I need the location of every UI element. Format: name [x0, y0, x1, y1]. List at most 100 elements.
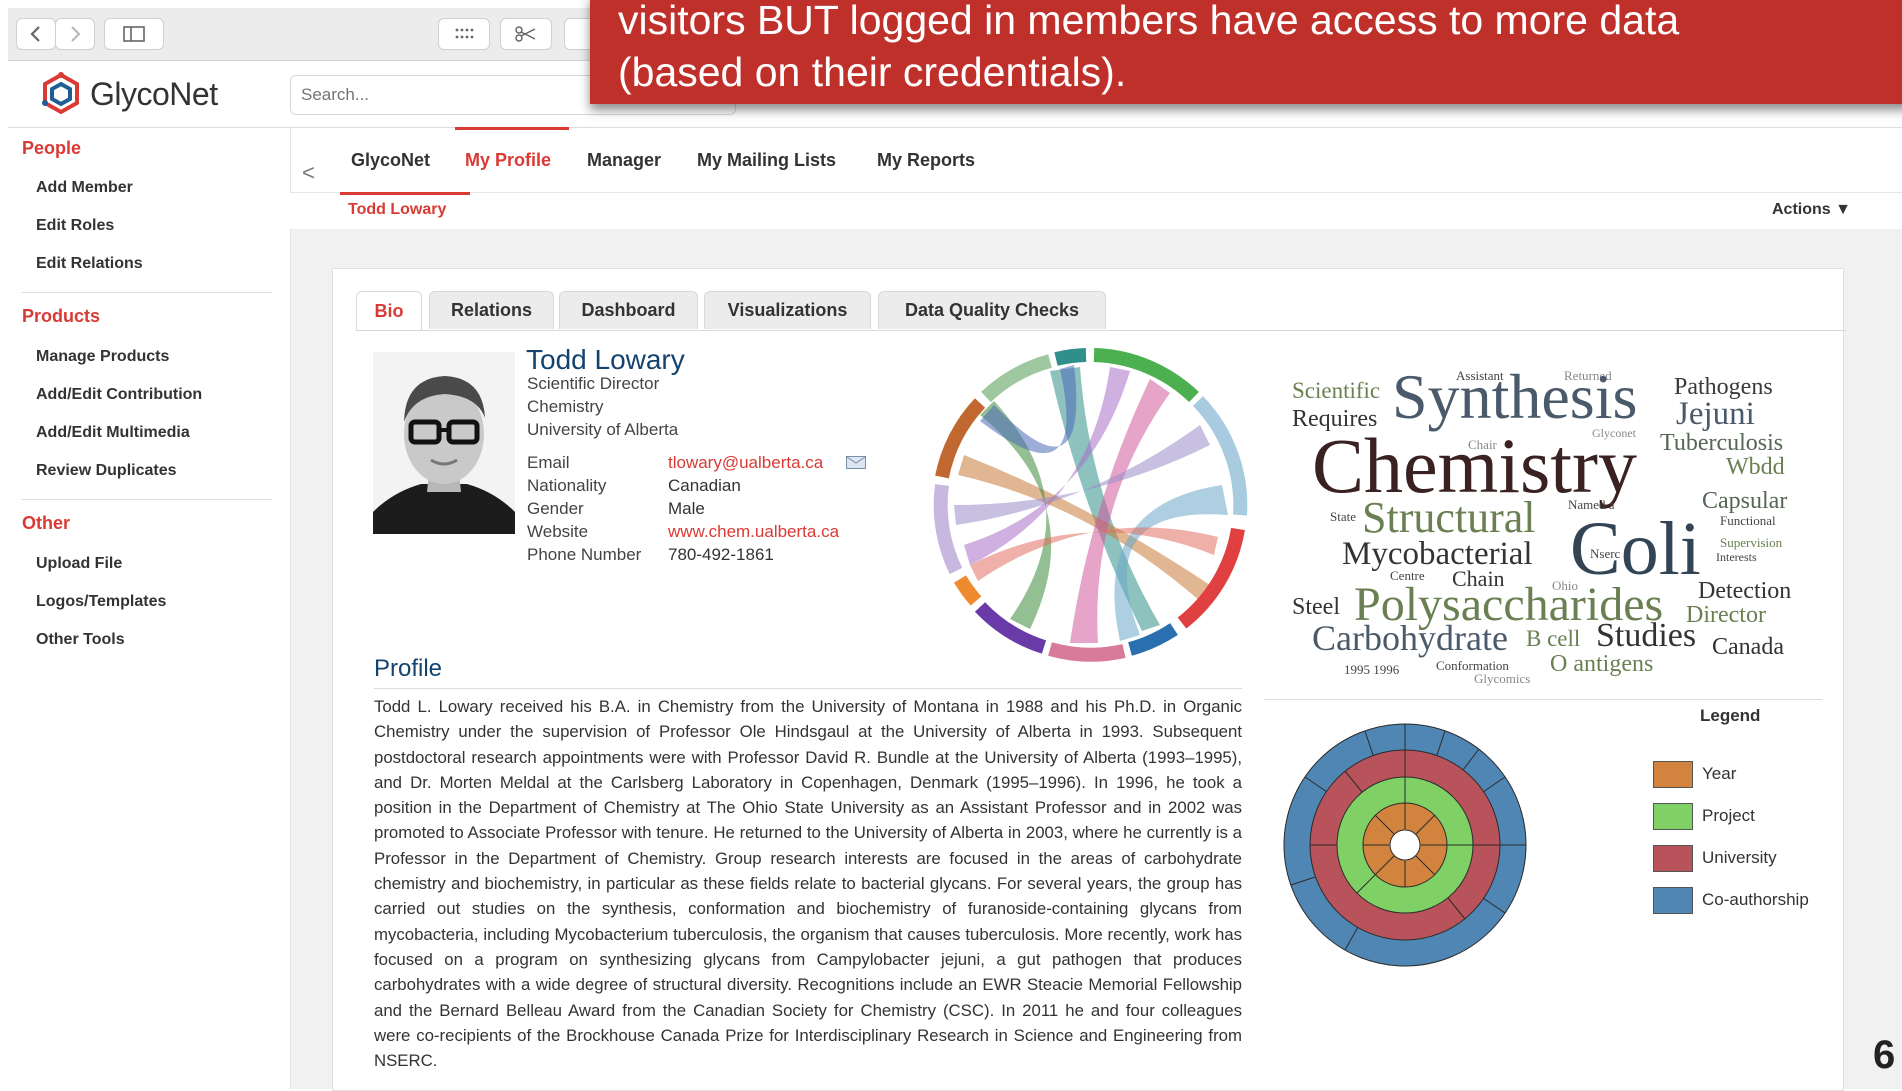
profile-text: Todd L. Lowary received his B.A. in Chem…	[374, 697, 1242, 1071]
sidebar-heading-people: People	[22, 138, 82, 158]
sunburst-chart[interactable]	[1280, 720, 1530, 970]
section-divider	[1264, 699, 1822, 700]
scissors-icon	[515, 26, 536, 42]
word-interests[interactable]: Interests	[1716, 550, 1757, 564]
sidebar-item-review-duplicates[interactable]: Review Duplicates	[36, 462, 177, 480]
word-structural[interactable]: Structural	[1362, 493, 1536, 542]
email-link[interactable]: tlowary@ualberta.ca	[668, 453, 823, 473]
word-studies[interactable]: Studies	[1596, 617, 1696, 654]
word-detection[interactable]: Detection	[1698, 578, 1791, 604]
person-name: Todd Lowary	[526, 344, 685, 375]
breadcrumb-bar	[290, 192, 1902, 230]
word-wbdd[interactable]: Wbdd	[1726, 454, 1785, 480]
tab-visualizations[interactable]: Visualizations	[704, 291, 871, 329]
legend-label-university: University	[1702, 848, 1777, 867]
tab-relations[interactable]: Relations	[429, 291, 554, 329]
sidebar-item-edit-roles[interactable]: Edit Roles	[36, 217, 114, 235]
sidebar-item-other-tools[interactable]: Other Tools	[36, 631, 125, 649]
sidebar-item-manage-products[interactable]: Manage Products	[36, 348, 169, 366]
breadcrumb[interactable]: Todd Lowary	[348, 201, 446, 219]
annotation-banner: visitors BUT logged in members have acce…	[590, 0, 1902, 104]
nationality-label: Nationality	[527, 476, 607, 495]
word-nserc[interactable]: Nserc	[1590, 546, 1621, 561]
sidebar-item-add-member[interactable]: Add Member	[36, 179, 133, 197]
sidebar-item-add-edit-multimedia[interactable]: Add/Edit Multimedia	[36, 424, 190, 442]
sidebar-divider	[22, 292, 272, 293]
word-director[interactable]: Director	[1686, 602, 1766, 628]
person-department: Chemistry	[527, 397, 604, 416]
legend-swatch-project	[1653, 803, 1693, 830]
sidebar-heading-products: Products	[22, 306, 101, 326]
sidebar-item-add-edit-contribution[interactable]: Add/Edit Contribution	[36, 386, 202, 404]
gender-value: Male	[668, 499, 705, 518]
word-o-antigens[interactable]: O antigens	[1550, 651, 1653, 677]
envelope-icon[interactable]	[846, 456, 866, 469]
word-steel[interactable]: Steel	[1292, 594, 1340, 620]
word-canada[interactable]: Canada	[1712, 634, 1784, 660]
legend-label-project: Project	[1702, 806, 1755, 825]
legend-swatch-year	[1653, 761, 1693, 788]
tab-my-profile[interactable]: My Profile	[465, 150, 551, 171]
actions-dropdown[interactable]: Actions ▼	[1772, 201, 1851, 219]
email-label: Email	[527, 453, 570, 472]
website-link[interactable]: www.chem.ualberta.ca	[668, 522, 839, 542]
tab-manager[interactable]: Manager	[587, 150, 661, 171]
legend-swatch-university	[1653, 845, 1693, 872]
tab-data-quality-checks[interactable]: Data Quality Checks	[878, 291, 1106, 329]
sidebar-item-logos-templates[interactable]: Logos/Templates	[36, 593, 166, 611]
profile-photo	[373, 352, 515, 534]
scissors-button[interactable]	[500, 18, 552, 50]
logo-icon	[42, 72, 79, 115]
chord-arc	[933, 484, 963, 575]
sidebar-item-upload-file[interactable]: Upload File	[36, 555, 122, 573]
legend-title: Legend	[1700, 706, 1761, 725]
chord-arc	[1048, 642, 1126, 662]
sidebar: People Add Member Edit Roles Edit Relati…	[8, 128, 291, 1089]
tab-my-mailing-lists[interactable]: My Mailing Lists	[697, 150, 836, 171]
person-university: University of Alberta	[527, 420, 679, 439]
phone-value: 780-492-1861	[668, 545, 774, 564]
tab-glyconet[interactable]: GlycoNet	[351, 150, 430, 171]
collapse-sidebar-button[interactable]: <	[302, 160, 315, 186]
phone-label: Phone Number	[527, 545, 642, 564]
chord-diagram[interactable]	[930, 345, 1250, 665]
word-carbohydrate[interactable]: Carbohydrate	[1312, 618, 1508, 658]
word-supervision[interactable]: Supervision	[1720, 535, 1783, 550]
chevron-right-icon	[71, 26, 81, 42]
chevron-left-icon	[30, 26, 40, 42]
glyconet-logo[interactable]: GlycoNet	[40, 72, 218, 116]
active-tab-indicator	[455, 127, 569, 130]
chord-arc	[953, 575, 982, 606]
sunburst-center	[1389, 829, 1421, 861]
sidebar-toggle-button[interactable]	[104, 18, 164, 50]
legend-label-coauthorship: Co-authorship	[1702, 890, 1809, 909]
word-state[interactable]: State	[1330, 509, 1356, 524]
sidebar-divider	[22, 499, 272, 500]
chord-arc	[1054, 348, 1087, 366]
sidebar-item-edit-relations[interactable]: Edit Relations	[36, 255, 143, 273]
person-photo-icon	[373, 352, 515, 534]
logo-text: GlycoNet	[90, 75, 218, 112]
word-tuberculosis[interactable]: Tuberculosis	[1660, 430, 1783, 456]
back-button[interactable]	[16, 18, 56, 50]
tab-dashboard[interactable]: Dashboard	[559, 291, 698, 329]
grid-icon	[455, 28, 474, 39]
apps-grid-button[interactable]	[438, 18, 490, 50]
forward-button[interactable]	[55, 18, 95, 50]
legend-label-year: Year	[1702, 764, 1737, 783]
word-scientific[interactable]: Scientific	[1292, 378, 1380, 403]
word-capsular[interactable]: Capsular	[1702, 488, 1787, 514]
gender-label: Gender	[527, 499, 584, 518]
word-functional[interactable]: Functional	[1720, 513, 1776, 528]
word-glycomics[interactable]: Glycomics	[1474, 671, 1530, 686]
legend-swatch-coauthorship	[1653, 887, 1693, 914]
tab-my-reports[interactable]: My Reports	[877, 150, 975, 171]
word-1995-1996[interactable]: 1995 1996	[1344, 662, 1400, 677]
chord-arc	[981, 354, 1052, 403]
banner-line-2: (based on their credentials).	[618, 49, 1127, 95]
word-jejuni[interactable]: Jejuni	[1676, 396, 1755, 432]
word-cloud[interactable]: Scientific Assistant Returned Synthesis …	[1280, 358, 1810, 688]
tab-bio[interactable]: Bio	[356, 291, 422, 331]
word-b-cell[interactable]: B cell	[1526, 626, 1580, 651]
profile-heading: Profile	[374, 655, 443, 682]
